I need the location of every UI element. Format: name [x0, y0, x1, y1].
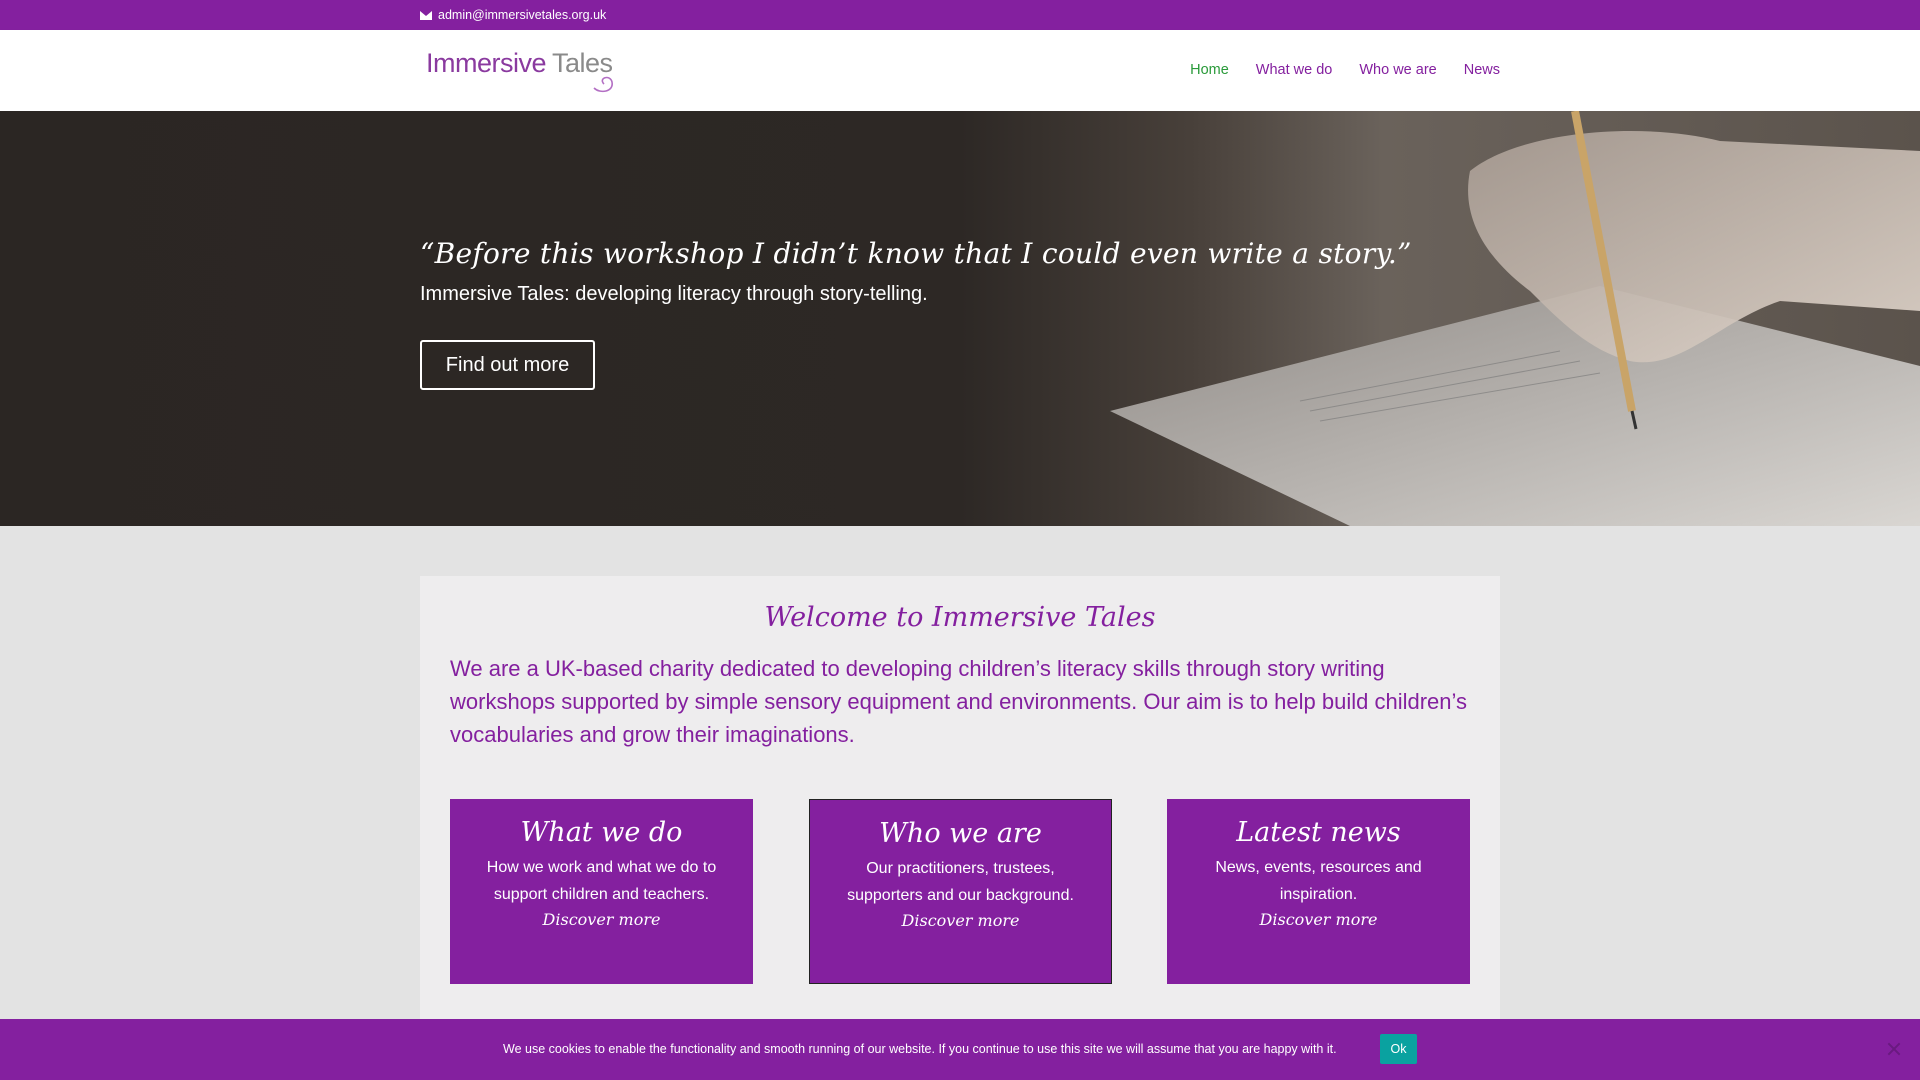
discover-more-link[interactable]: Discover more: [543, 910, 661, 929]
hero-banner: “Before this workshop I didn’t know that…: [0, 111, 1920, 526]
cookie-ok-button[interactable]: Ok: [1380, 1034, 1417, 1064]
find-out-more-button[interactable]: Find out more: [420, 340, 595, 390]
hero-subtitle: Immersive Tales: developing literacy thr…: [420, 283, 928, 305]
envelope-icon: [420, 10, 432, 20]
latest-news-box[interactable]: Latest news News, events, resources and …: [1167, 799, 1470, 984]
discover-more-link[interactable]: Discover more: [1260, 910, 1378, 929]
nav-what-we-do[interactable]: What we do: [1256, 62, 1333, 78]
what-we-do-box[interactable]: What we do How we work and what we do to…: [450, 799, 753, 984]
box-text: News, events, resources and inspiration.: [1215, 859, 1422, 903]
hero-writing-hand-image: [1110, 111, 1920, 526]
welcome-section: Welcome to Immersive Tales We are a UK-b…: [420, 576, 1500, 1080]
box-title: Who we are: [879, 818, 1042, 849]
main-nav: Home What we do Who we are News: [1190, 62, 1500, 78]
box-text: How we work and what we do to support ch…: [486, 859, 717, 903]
box-text: Our practitioners, trustees, supporters …: [847, 860, 1074, 904]
intro-text: We are a UK-based charity dedicated to d…: [450, 656, 1468, 747]
site-header: Immersive Tales Home What we do Who we a…: [0, 30, 1920, 111]
contact-email-text[interactable]: admin@immersivetales.org.uk: [438, 8, 606, 22]
nav-who-we-are[interactable]: Who we are: [1359, 62, 1436, 78]
cookie-message: We use cookies to enable the functionali…: [503, 1042, 1337, 1056]
top-bar: admin@immersivetales.org.uk: [0, 0, 1920, 30]
nav-news[interactable]: News: [1464, 62, 1500, 78]
cookie-notice: We use cookies to enable the functionali…: [0, 1019, 1920, 1080]
close-icon[interactable]: [1886, 1041, 1902, 1057]
site-logo[interactable]: Immersive Tales: [426, 48, 613, 93]
who-we-are-box[interactable]: Who we are Our practitioners, trustees, …: [809, 799, 1112, 984]
discover-more-link[interactable]: Discover more: [902, 911, 1020, 930]
box-title: What we do: [520, 817, 683, 848]
hero-quote: “Before this workshop I didn’t know that…: [420, 237, 1412, 270]
box-title: Latest news: [1236, 817, 1401, 848]
welcome-heading: Welcome to Immersive Tales: [764, 602, 1156, 633]
logo-swirl-icon: [593, 76, 613, 93]
logo-word-immersive: Immersive: [426, 48, 547, 78]
contact-email[interactable]: admin@immersivetales.org.uk: [420, 8, 606, 22]
nav-home[interactable]: Home: [1190, 62, 1229, 78]
